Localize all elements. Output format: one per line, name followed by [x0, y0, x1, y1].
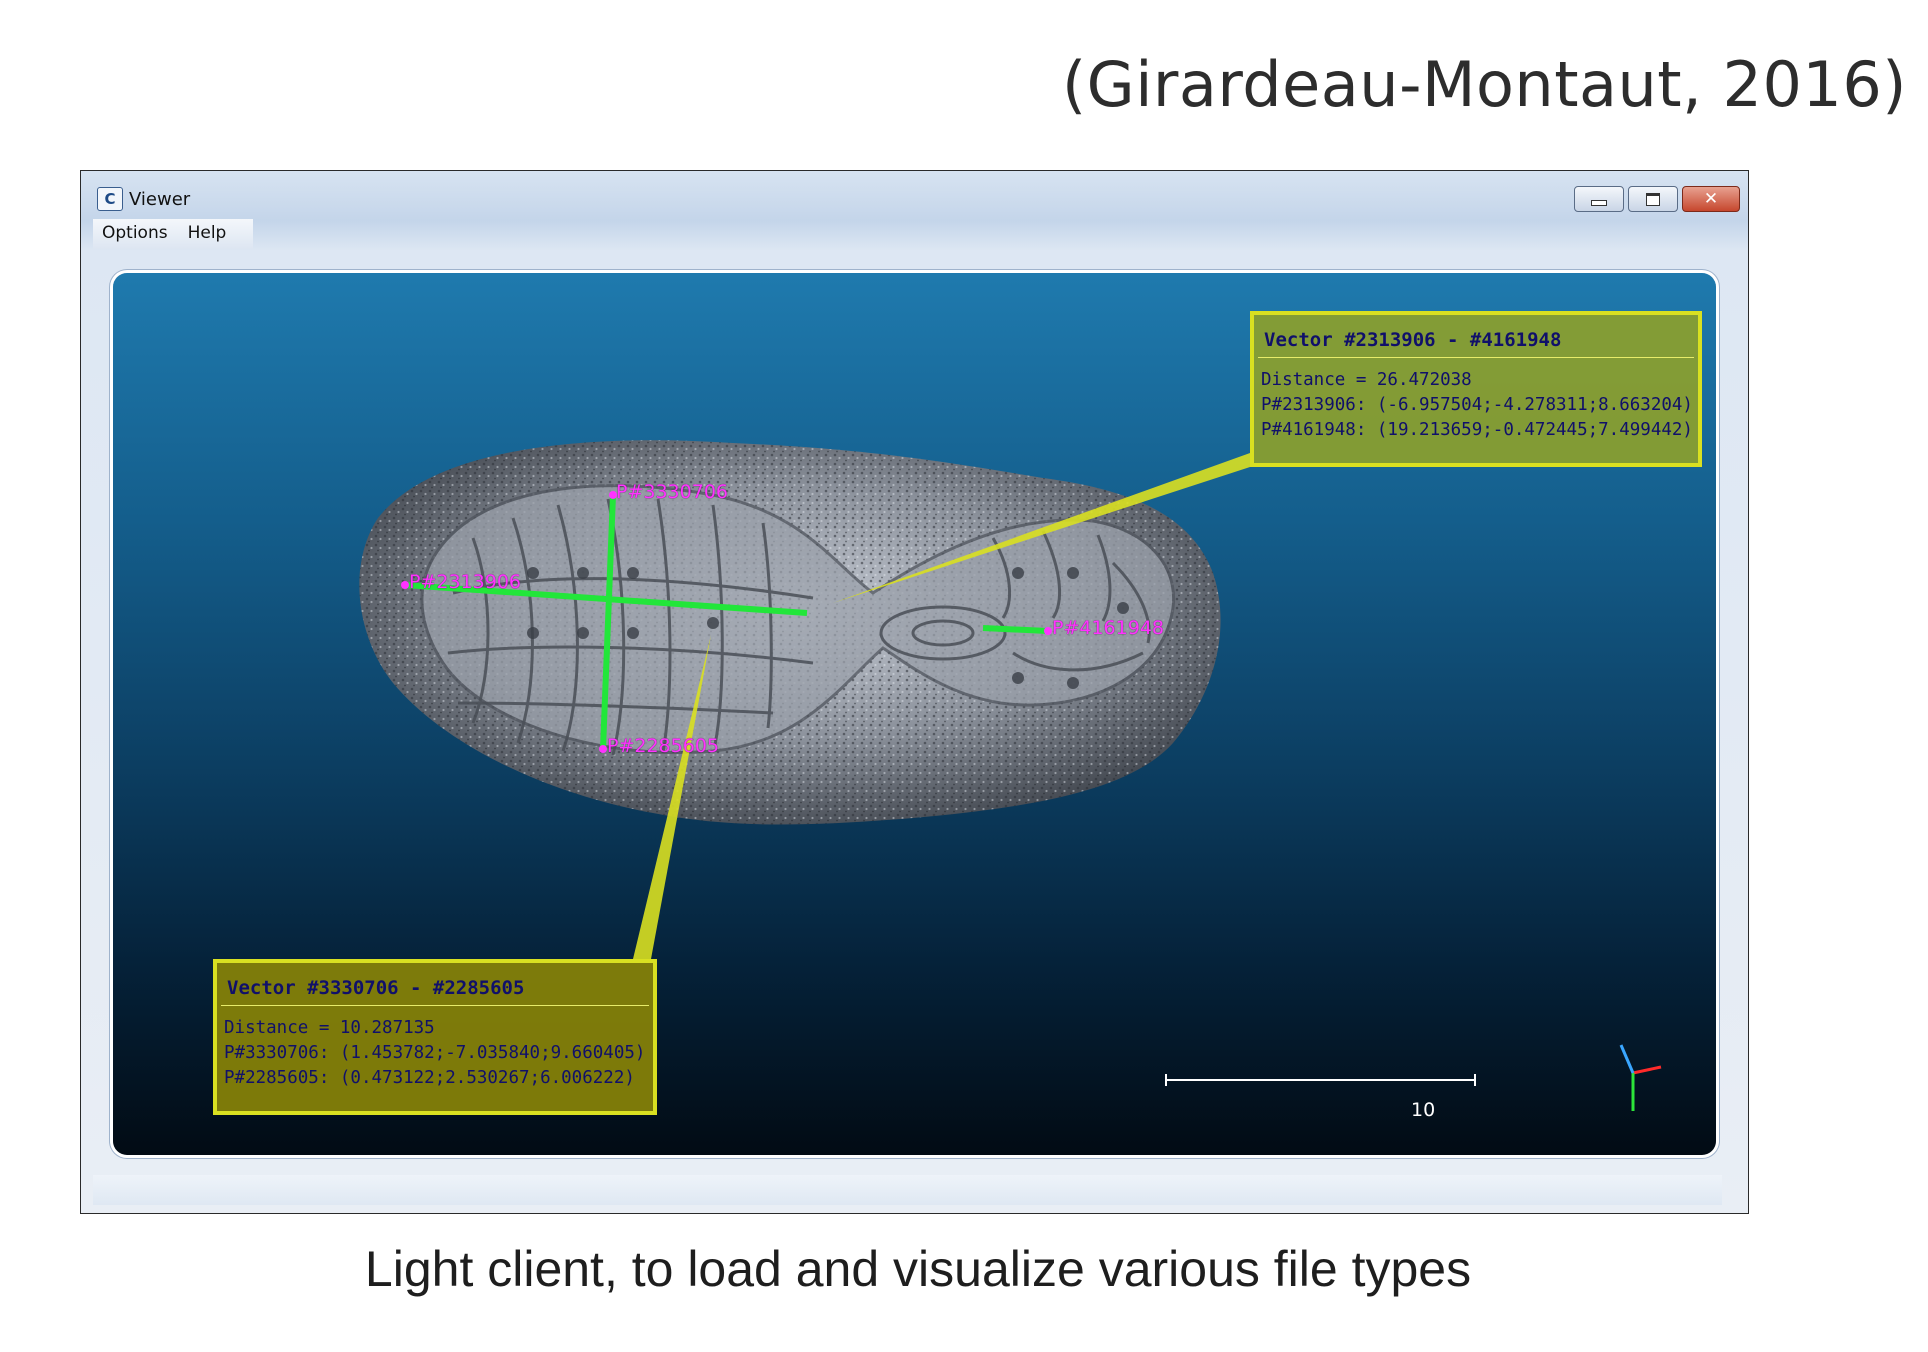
minimize-button[interactable] — [1574, 186, 1624, 212]
title-bar[interactable]: C Viewer ✕ — [81, 171, 1748, 219]
window-title: Viewer — [129, 189, 191, 210]
point-label-2285605: P#2285605 — [607, 735, 719, 757]
callout-distance: Distance = 26.472038 — [1261, 370, 1472, 390]
point-label-2313906: P#2313906 — [409, 571, 521, 593]
cloudcompare-app-icon: C — [97, 187, 123, 211]
status-bar — [93, 1175, 1722, 1205]
menu-options[interactable]: Options — [93, 219, 177, 247]
axis-trihedron — [1619, 1044, 1662, 1111]
scale-bar-label: 10 — [1411, 1099, 1436, 1121]
maximize-icon — [1646, 192, 1660, 206]
vector-info-callout: Vector #2313906 - #4161948 Distance = 26… — [1250, 311, 1702, 467]
minimize-icon — [1591, 200, 1607, 206]
menu-help[interactable]: Help — [179, 219, 236, 247]
menu-bar: Options Help — [93, 219, 253, 249]
close-button[interactable]: ✕ — [1682, 186, 1740, 212]
callout-point-b: P#4161948: (19.213659;-0.472445;7.499442… — [1261, 420, 1693, 440]
point-marker-2285605 — [599, 745, 607, 753]
slide-caption: Light client, to load and visualize vari… — [364, 1241, 1472, 1297]
point-label-4161948: P#4161948 — [1052, 617, 1164, 639]
3d-viewport[interactable]: P#3330706 P#2313906 P#4161948 P#2285605 … — [113, 273, 1716, 1155]
point-marker-4161948 — [1044, 627, 1052, 635]
point-label-3330706: P#3330706 — [616, 481, 728, 503]
maximize-button[interactable] — [1628, 186, 1678, 212]
point-marker-2313906 — [401, 581, 409, 589]
viewer-window: C Viewer ✕ Options Help P#3330706 P#2313… — [80, 170, 1749, 1214]
close-icon: ✕ — [1703, 188, 1719, 209]
vector-info-callout: Vector #3330706 - #2285605 Distance = 10… — [213, 959, 657, 1115]
callout-distance: Distance = 10.287135 — [224, 1018, 435, 1038]
callout-point-a: P#2313906: (-6.957504;-4.278311;8.663204… — [1261, 395, 1693, 415]
citation: (Girardeau-Montaut, 2016) — [1061, 48, 1907, 121]
scale-bar — [1165, 1074, 1476, 1086]
callout-title: Vector #2313906 - #4161948 — [1258, 315, 1694, 358]
callout-title: Vector #3330706 - #2285605 — [221, 963, 649, 1006]
callout-point-a: P#3330706: (1.453782;-7.035840;9.660405) — [224, 1043, 646, 1063]
callout-point-b: P#2285605: (0.473122;2.530267;6.006222) — [224, 1068, 635, 1088]
